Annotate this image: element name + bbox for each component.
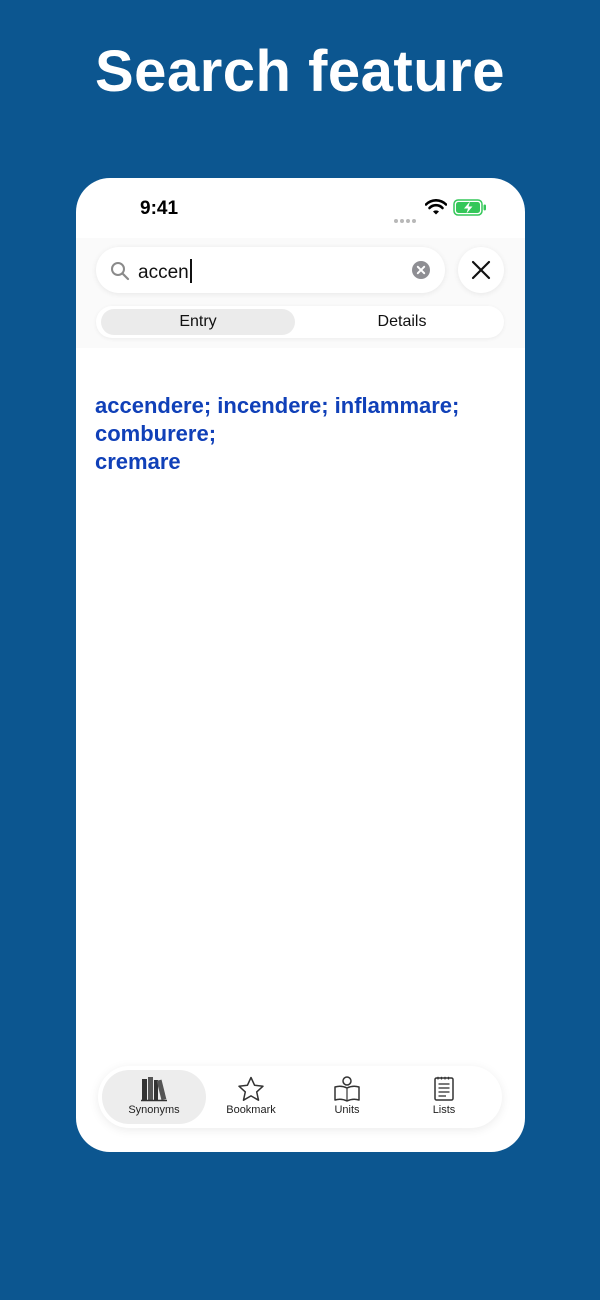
tab-label: Lists xyxy=(432,1104,456,1116)
tab-units[interactable]: Units xyxy=(295,1070,399,1124)
close-search-button[interactable] xyxy=(458,247,504,293)
wifi-icon xyxy=(425,199,447,215)
battery-charging-icon xyxy=(453,199,486,216)
result-line: cremare xyxy=(95,449,181,474)
tab-lists[interactable]: Lists xyxy=(392,1070,496,1124)
tab-label: Units xyxy=(334,1104,360,1116)
tab-label: Synonyms xyxy=(128,1104,180,1116)
search-input-value: accen xyxy=(138,262,189,283)
tab-bar: Synonyms Bookmark Units Lists xyxy=(98,1066,502,1128)
text-caret xyxy=(189,259,192,283)
segment-details[interactable]: Details xyxy=(305,309,499,335)
search-header: accen Entry Details xyxy=(76,238,525,348)
star-icon xyxy=(238,1076,264,1101)
close-icon xyxy=(471,260,491,280)
search-result[interactable]: accendere; incendere; inflammare; combur… xyxy=(95,392,515,476)
search-input[interactable]: accen xyxy=(138,259,192,284)
tab-synonyms[interactable]: Synonyms xyxy=(102,1070,206,1124)
phone-frame: 9:41 accen Entry Details accendere; ince… xyxy=(76,178,525,1152)
status-bar: 9:41 xyxy=(76,178,525,238)
result-line: accendere; incendere; inflammare; xyxy=(95,393,460,418)
search-mode-segmented-control: Entry Details xyxy=(96,306,504,338)
result-line: comburere; xyxy=(95,421,217,446)
signal-dots-icon xyxy=(394,210,418,228)
search-icon xyxy=(111,262,130,281)
clear-search-icon[interactable] xyxy=(412,261,430,279)
books-icon xyxy=(141,1077,167,1102)
status-time: 9:41 xyxy=(140,198,179,219)
tab-label: Bookmark xyxy=(226,1104,276,1116)
segment-entry[interactable]: Entry xyxy=(101,309,295,335)
list-icon xyxy=(434,1076,454,1101)
reader-icon xyxy=(334,1076,360,1102)
headline: Search feature xyxy=(95,39,505,104)
search-field[interactable]: accen xyxy=(96,247,445,293)
tab-bookmark[interactable]: Bookmark xyxy=(199,1070,303,1124)
